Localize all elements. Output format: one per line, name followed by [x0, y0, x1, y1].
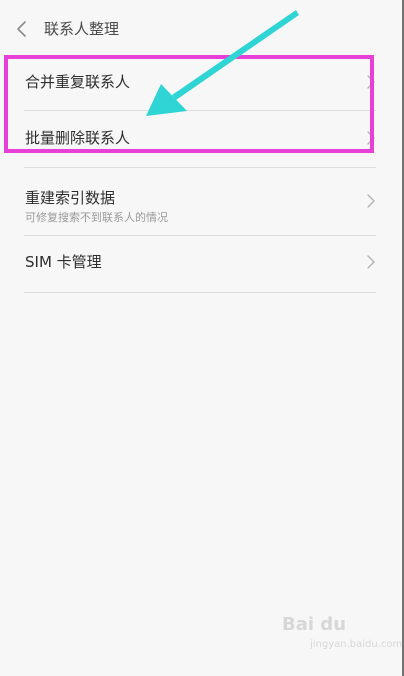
list-item-label: 合并重复联系人 [25, 73, 131, 91]
watermark-caption: jingyan.baidu.com [310, 639, 403, 650]
list-item-label: 批量删除联系人 [25, 129, 131, 147]
page-title: 联系人整理 [44, 20, 120, 38]
chevron-right-icon [366, 193, 376, 209]
baidu-watermark: Bai du jingyan.baidu.com [282, 614, 402, 658]
chevron-right-icon [366, 254, 376, 270]
header: 联系人整理 [0, 0, 404, 58]
settings-list: 合并重复联系人 批量删除联系人 重建索引数据 可修复搜索不到联系人的情况 SIM… [24, 54, 376, 293]
watermark-logo: Bai du [282, 614, 347, 635]
contacts-organize-screen: 联系人整理 合并重复联系人 批量删除联系人 重建索引数据 可修复搜索不到联系人的… [0, 0, 404, 676]
merge-duplicate-contacts-item[interactable]: 合并重复联系人 [24, 54, 376, 111]
chevron-left-icon [17, 21, 26, 37]
back-button[interactable] [12, 16, 34, 42]
list-item-label: 重建索引数据 [25, 189, 116, 207]
chevron-right-icon [366, 130, 376, 146]
rebuild-index-item[interactable]: 重建索引数据 可修复搜索不到联系人的情况 [24, 168, 376, 236]
list-item-label: SIM 卡管理 [25, 253, 102, 271]
sim-card-management-item[interactable]: SIM 卡管理 [24, 236, 376, 293]
batch-delete-contacts-item[interactable]: 批量删除联系人 [24, 111, 376, 168]
list-item-subtitle: 可修复搜索不到联系人的情况 [25, 211, 168, 224]
chevron-right-icon [366, 74, 376, 90]
